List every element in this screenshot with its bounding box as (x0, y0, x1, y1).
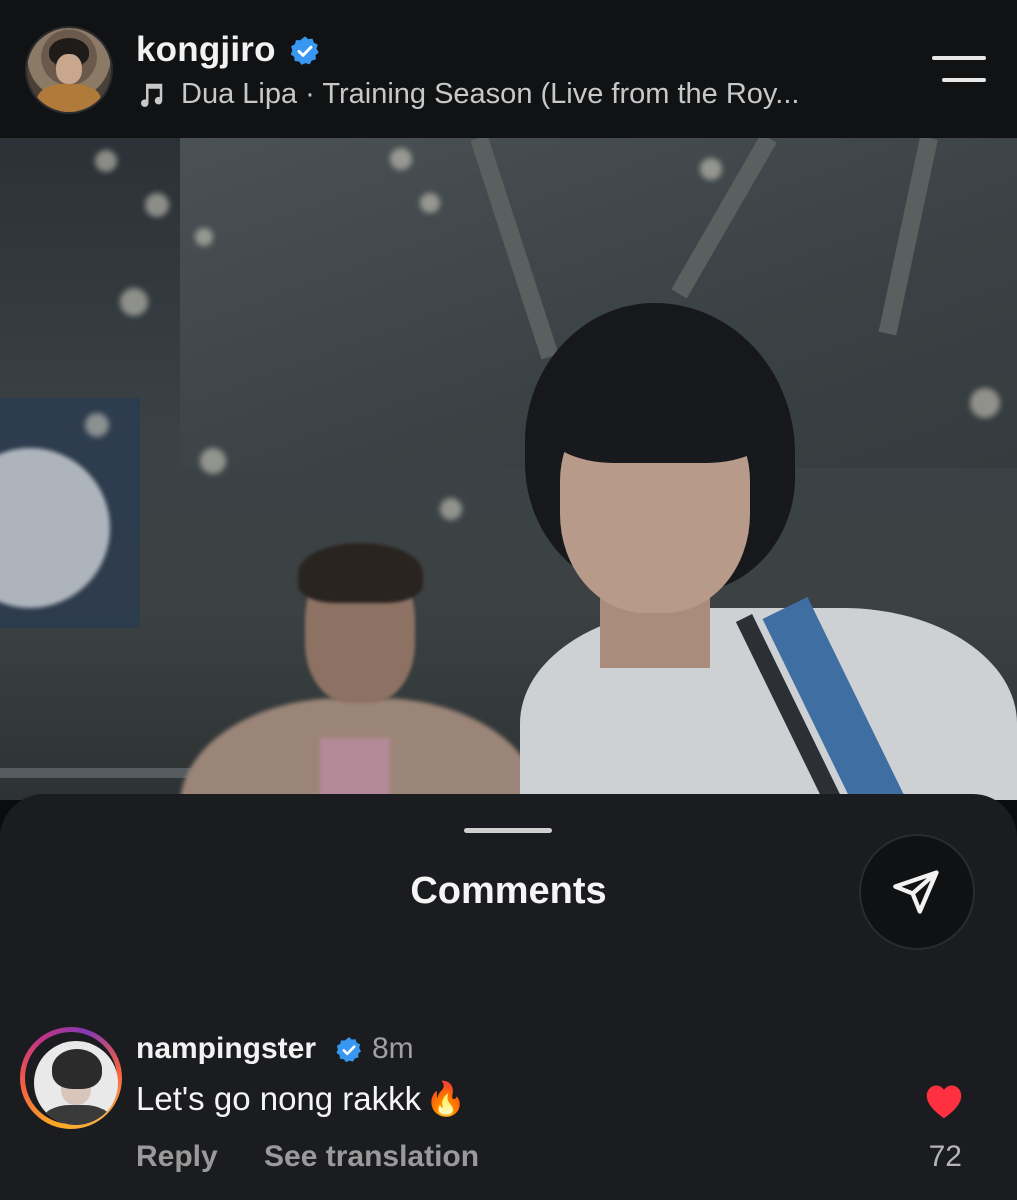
menu-icon[interactable] (932, 56, 986, 84)
photo-light (145, 193, 169, 217)
avatar-body (37, 84, 101, 112)
post-photo (0, 138, 1017, 800)
commenter-avatar (34, 1041, 118, 1125)
photo-light (195, 228, 213, 246)
heart-icon[interactable] (922, 1080, 966, 1120)
main-person-jacket (520, 608, 1017, 800)
profile-avatar[interactable] (27, 28, 111, 112)
avatar-hair (52, 1049, 102, 1089)
comment-text: Let's go nong rakkk 🔥 (136, 1080, 466, 1119)
photo-light (970, 388, 1000, 418)
share-button[interactable] (861, 836, 973, 948)
comment-timestamp: 8m (372, 1032, 414, 1065)
avatar-face (56, 54, 82, 84)
photo-light (200, 448, 226, 474)
photo-light (700, 158, 722, 180)
background-person-shirt (320, 738, 390, 800)
like-count: 72 (928, 1140, 962, 1173)
music-note-icon (141, 83, 163, 107)
photo-light (420, 193, 440, 213)
sheet-grabber[interactable] (464, 828, 552, 833)
post-header: kongjiro Dua Lipa · Training Season (Liv… (0, 0, 1017, 138)
menu-line-bottom (942, 78, 986, 82)
see-translation-button[interactable]: See translation (264, 1140, 479, 1174)
commenter-avatar-story-ring[interactable] (20, 1027, 122, 1129)
send-icon (893, 870, 939, 914)
fire-emoji: 🔥 (425, 1080, 467, 1117)
avatar-ring-gap (25, 1032, 118, 1125)
photo-light (85, 413, 109, 437)
comment-username[interactable]: nampingster (136, 1032, 316, 1066)
background-person-hair (298, 543, 423, 603)
music-track[interactable]: Dua Lipa · Training Season (Live from th… (181, 78, 881, 111)
comment-body: Let's go nong rakkk (136, 1080, 422, 1117)
avatar-shoulders (42, 1105, 112, 1125)
menu-line-top (932, 56, 986, 60)
main-person-fringe (545, 343, 775, 463)
verified-badge-icon (336, 1037, 362, 1063)
photo-light (440, 498, 462, 520)
verified-badge-icon (290, 36, 319, 65)
photo-light (390, 148, 412, 170)
photo-light (120, 288, 148, 316)
photo-light (95, 150, 117, 172)
reply-button[interactable]: Reply (136, 1140, 218, 1174)
profile-username[interactable]: kongjiro (136, 30, 276, 70)
